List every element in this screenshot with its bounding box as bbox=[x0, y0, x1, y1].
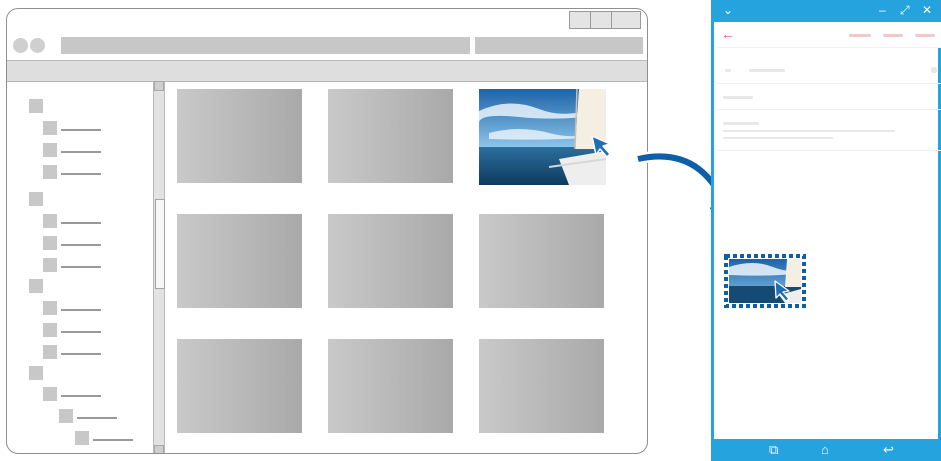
folder-icon bbox=[29, 366, 43, 380]
file-icon bbox=[75, 431, 89, 445]
phone-content bbox=[711, 22, 941, 439]
back-icon[interactable]: ↩ bbox=[883, 443, 894, 457]
file-icon bbox=[43, 301, 57, 315]
sailboat-photo bbox=[724, 254, 806, 308]
field-icon bbox=[725, 69, 731, 72]
tree-item-label bbox=[61, 331, 101, 333]
toolbar bbox=[7, 60, 647, 82]
search-bar[interactable] bbox=[475, 37, 643, 54]
home-icon[interactable]: ⌂ bbox=[821, 443, 829, 457]
tree-item-label bbox=[77, 417, 117, 419]
recent-apps-icon[interactable]: ⧉ bbox=[769, 443, 778, 457]
folder-icon bbox=[29, 99, 43, 113]
image-thumbnail[interactable] bbox=[177, 89, 302, 183]
file-icon bbox=[43, 143, 57, 157]
tree-item-label bbox=[93, 439, 133, 441]
phone-screen: ⌄ – ⤢ ✕ ← ⧉ ⌂ ↩ bbox=[711, 0, 941, 461]
close-button[interactable] bbox=[611, 11, 641, 29]
minimize-button[interactable] bbox=[569, 11, 591, 29]
body-text[interactable] bbox=[723, 122, 759, 125]
tree-item-label bbox=[61, 266, 101, 268]
address-bar[interactable] bbox=[61, 37, 470, 54]
file-icon bbox=[43, 323, 57, 337]
file-icon bbox=[43, 236, 57, 250]
close-icon[interactable]: ✕ bbox=[922, 3, 932, 17]
image-thumbnail[interactable] bbox=[479, 214, 604, 308]
recipient-field[interactable] bbox=[749, 69, 785, 72]
tree-item-label bbox=[61, 353, 101, 355]
divider bbox=[717, 109, 941, 110]
file-icon bbox=[43, 258, 57, 272]
tree-item-label bbox=[61, 173, 101, 175]
scroll-down-button[interactable] bbox=[154, 445, 164, 453]
image-thumbnail[interactable] bbox=[479, 339, 604, 433]
maximize-button[interactable] bbox=[590, 11, 612, 29]
window-dot-right[interactable] bbox=[30, 38, 45, 53]
expand-icon[interactable]: ⤢ bbox=[900, 3, 910, 17]
folder-tree bbox=[7, 81, 151, 453]
file-icon bbox=[43, 214, 57, 228]
body-text-line bbox=[723, 130, 895, 132]
vertical-scrollbar[interactable] bbox=[153, 81, 165, 453]
scroll-up-button[interactable] bbox=[154, 81, 164, 91]
mouse-pointer-icon bbox=[591, 135, 611, 158]
image-thumbnail[interactable] bbox=[177, 339, 302, 433]
divider bbox=[717, 150, 941, 151]
dropped-image[interactable] bbox=[723, 253, 807, 309]
tree-item-label bbox=[61, 222, 101, 224]
image-thumbnail[interactable] bbox=[177, 214, 302, 308]
image-thumbnail[interactable] bbox=[328, 89, 453, 183]
minimize-icon[interactable]: – bbox=[879, 3, 886, 17]
chevron-down-icon[interactable] bbox=[931, 67, 937, 73]
desktop-window bbox=[6, 8, 648, 454]
tree-item-label bbox=[61, 395, 101, 397]
tree-item-label bbox=[61, 309, 101, 311]
collapse-icon[interactable]: ⌄ bbox=[723, 3, 733, 17]
image-thumbnail[interactable] bbox=[328, 339, 453, 433]
tree-item-label bbox=[61, 129, 101, 131]
action-button[interactable] bbox=[883, 34, 903, 37]
phone-nav-bar: ⧉ ⌂ ↩ bbox=[711, 439, 941, 461]
file-icon bbox=[43, 345, 57, 359]
window-dot-left[interactable] bbox=[13, 38, 28, 53]
action-button[interactable] bbox=[849, 34, 871, 37]
phone-action-bar: ← bbox=[717, 22, 941, 48]
scroll-thumb[interactable] bbox=[155, 199, 165, 289]
tree-item-label bbox=[61, 244, 101, 246]
folder-icon bbox=[29, 279, 43, 293]
body-text-line bbox=[723, 137, 833, 139]
tree-item-label bbox=[61, 151, 101, 153]
file-icon bbox=[59, 409, 73, 423]
action-button[interactable] bbox=[915, 34, 935, 37]
image-thumbnail[interactable] bbox=[328, 214, 453, 308]
phone-title-bar: ⌄ – ⤢ ✕ bbox=[711, 0, 941, 22]
sailboat-photo bbox=[479, 89, 606, 185]
file-icon bbox=[43, 121, 57, 135]
file-icon bbox=[43, 165, 57, 179]
divider bbox=[717, 83, 941, 84]
subject-field[interactable] bbox=[723, 96, 753, 99]
back-arrow-icon[interactable]: ← bbox=[721, 26, 735, 42]
folder-icon bbox=[29, 192, 43, 206]
file-icon bbox=[43, 387, 57, 401]
sailboat-photo-thumbnail[interactable] bbox=[479, 89, 606, 185]
window-controls bbox=[569, 11, 641, 29]
